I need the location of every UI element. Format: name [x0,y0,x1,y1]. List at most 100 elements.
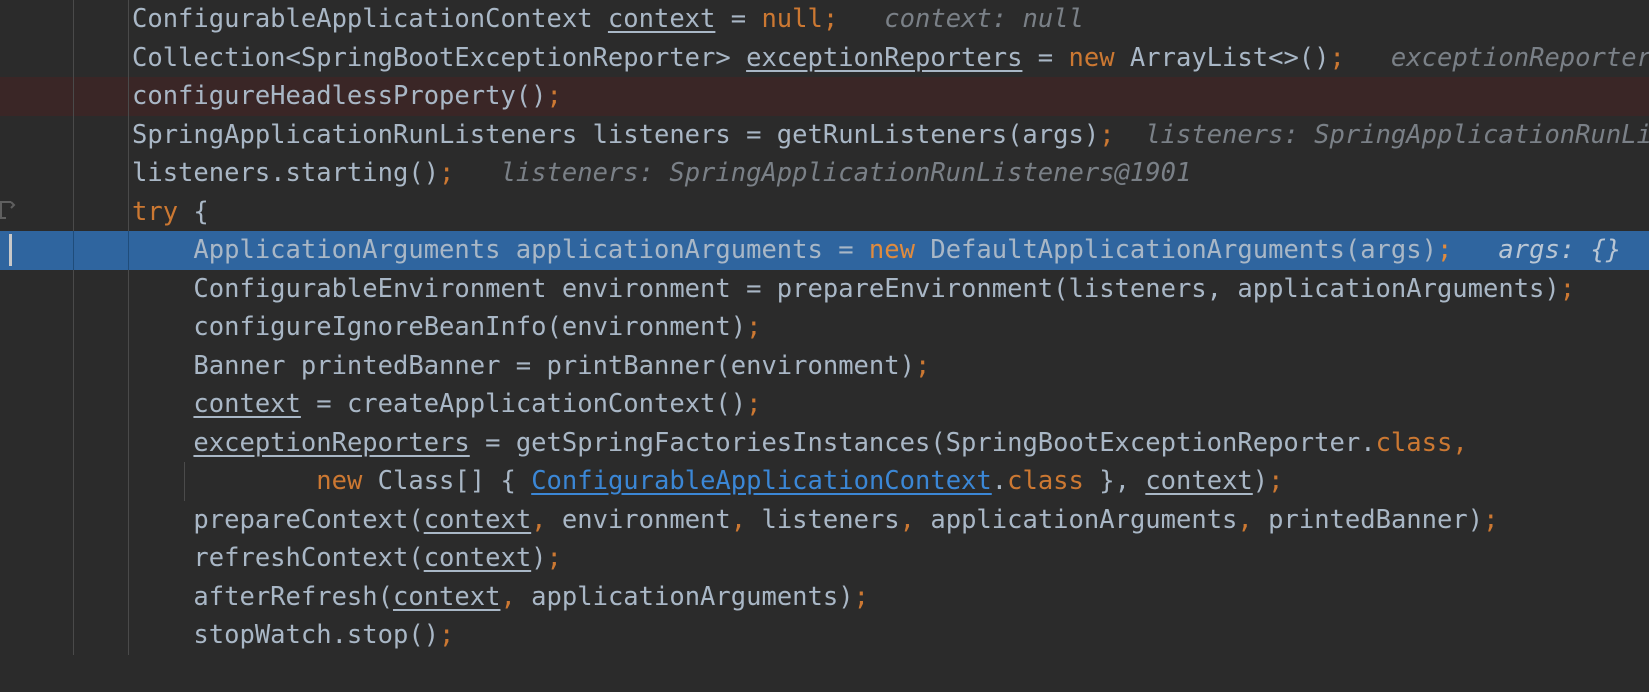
gutter-fold-column[interactable] [74,193,128,232]
gutter-breakpoint-column[interactable] [0,154,73,193]
gutter-divider-right [128,539,129,578]
code-token: Collection<SpringBootExceptionReporter> [132,42,747,73]
highlighted-identifier: context [607,4,716,34]
gutter-fold-column[interactable] [74,385,128,424]
code-line-text[interactable]: context = createApplicationContext(); [132,385,761,424]
code-token: = getSpringFactoriesInstances(SpringBoot… [469,427,1376,458]
code-line-text[interactable]: ConfigurableApplicationContext context =… [132,0,1084,39]
gutter-fold-column[interactable] [74,116,128,155]
code-line-text[interactable]: configureHeadlessProperty(); [132,77,562,116]
code-line[interactable]: try { [0,192,1649,232]
punctuation-token: ; [546,543,562,573]
code-line[interactable]: SpringApplicationRunListeners listeners … [0,115,1649,155]
punctuation-token: ; [1268,466,1284,496]
gutter-breakpoint-column[interactable] [0,424,73,463]
gutter-fold-column[interactable] [74,539,128,578]
code-line-text[interactable]: SpringApplicationRunListeners listeners … [132,116,1649,155]
code-line[interactable]: configureHeadlessProperty(); [0,77,1649,116]
gutter-divider-right [128,385,129,424]
code-line-text[interactable]: exceptionReporters = getSpringFactoriesI… [132,424,1468,463]
gutter-fold-column[interactable] [74,424,128,463]
code-fold-marker-icon[interactable] [0,200,16,219]
gutter-fold-column[interactable] [74,616,128,655]
code-token: = [1022,42,1069,73]
code-line[interactable]: afterRefresh(context, applicationArgumen… [0,577,1649,617]
code-line-text[interactable]: ConfigurableEnvironment environment = pr… [132,270,1575,309]
gutter-fold-column[interactable] [74,270,128,309]
code-line[interactable]: ApplicationArguments applicationArgument… [0,231,1649,270]
gutter-fold-column[interactable] [74,154,128,193]
gutter-divider-right [128,77,129,116]
gutter-fold-column[interactable] [74,501,128,540]
punctuation-token: ; [746,389,762,419]
code-line[interactable]: prepareContext(context, environment, lis… [0,500,1649,540]
punctuation-token: , [1452,427,1468,458]
punctuation-token: ; [746,312,762,342]
gutter-breakpoint-column[interactable] [0,578,73,617]
gutter-divider-right [128,462,129,501]
gutter-breakpoint-column[interactable] [0,39,73,78]
code-editor[interactable]: ConfigurableApplicationContext context =… [0,0,1649,692]
code-line-text[interactable]: try { [132,193,209,232]
punctuation-token: ; [822,4,839,34]
code-line[interactable]: ConfigurableApplicationContext context =… [0,0,1649,39]
code-line[interactable]: Banner printedBanner = printBanner(envir… [0,346,1649,386]
gutter-breakpoint-column[interactable] [0,385,73,424]
gutter-fold-column[interactable] [74,462,128,501]
code-token: environment [546,504,731,535]
gutter-breakpoint-column[interactable] [0,308,73,347]
code-line[interactable]: context = createApplicationContext(); [0,385,1649,424]
punctuation-token: , [1237,504,1253,535]
code-line-text[interactable]: Collection<SpringBootExceptionReporter> … [132,39,1649,78]
code-line-text[interactable]: afterRefresh(context, applicationArgumen… [132,578,869,617]
gutter-fold-column[interactable] [74,347,128,386]
code-line[interactable]: configureIgnoreBeanInfo(environment); [0,308,1649,347]
gutter-divider-right [128,577,129,616]
code-line-text[interactable]: configureIgnoreBeanInfo(environment); [132,308,761,347]
code-line[interactable]: listeners.starting(); listeners: SpringA… [0,154,1649,193]
keyword-token: new [1068,42,1115,73]
gutter-breakpoint-column[interactable] [0,0,73,39]
code-line[interactable]: ConfigurableEnvironment environment = pr… [0,269,1649,309]
code-line-text[interactable]: stopWatch.stop(); [132,616,454,655]
class-reference-link[interactable]: ConfigurableApplicationContext [531,466,992,496]
code-line-text[interactable]: new Class[] { ConfigurableApplicationCon… [132,462,1284,501]
gutter-breakpoint-column[interactable] [0,462,73,501]
gutter-divider-right [128,154,129,193]
code-line-text[interactable]: prepareContext(context, environment, lis… [132,501,1498,540]
code-token: DefaultApplicationArguments(args) [914,235,1437,265]
gutter-breakpoint-column[interactable] [0,270,73,309]
punctuation-token: ; [1329,42,1345,73]
gutter-fold-column[interactable] [74,231,128,270]
gutter-breakpoint-column[interactable] [0,501,73,540]
code-line[interactable]: stopWatch.stop(); [0,616,1649,655]
gutter-fold-column[interactable] [74,39,128,78]
keyword-token: new [868,235,915,265]
gutter-fold-column[interactable] [74,578,128,617]
code-line[interactable]: refreshContext(context); [0,539,1649,578]
code-line[interactable]: Collection<SpringBootExceptionReporter> … [0,38,1649,78]
code-line-text[interactable]: refreshContext(context); [132,539,562,578]
gutter-breakpoint-column[interactable] [0,77,73,116]
inline-debug-hint: listeners: SpringApplicationRunListeners… [500,158,1192,188]
code-token: applicationArguments) [515,581,854,612]
gutter-breakpoint-column[interactable] [0,347,73,386]
code-line-text[interactable]: listeners.starting(); listeners: SpringA… [132,154,1191,193]
gutter-fold-column[interactable] [74,308,128,347]
gutter-breakpoint-column[interactable] [0,539,73,578]
gutter-breakpoint-column[interactable] [0,616,73,655]
code-token: ConfigurableApplicationContext [132,4,608,34]
keyword-token: null [761,4,823,34]
gutter-fold-column[interactable] [74,77,128,116]
code-line-text[interactable]: ApplicationArguments applicationArgument… [132,231,1621,270]
highlighted-identifier: context [423,543,532,573]
code-line[interactable]: exceptionReporters = getSpringFactoriesI… [0,423,1649,463]
gutter-breakpoint-column[interactable] [0,116,73,155]
code-line[interactable]: new Class[] { ConfigurableApplicationCon… [0,462,1649,501]
code-line-text[interactable]: Banner printedBanner = printBanner(envir… [132,347,930,386]
gutter-fold-column[interactable] [74,0,128,39]
code-token: listeners.starting() [132,158,440,188]
